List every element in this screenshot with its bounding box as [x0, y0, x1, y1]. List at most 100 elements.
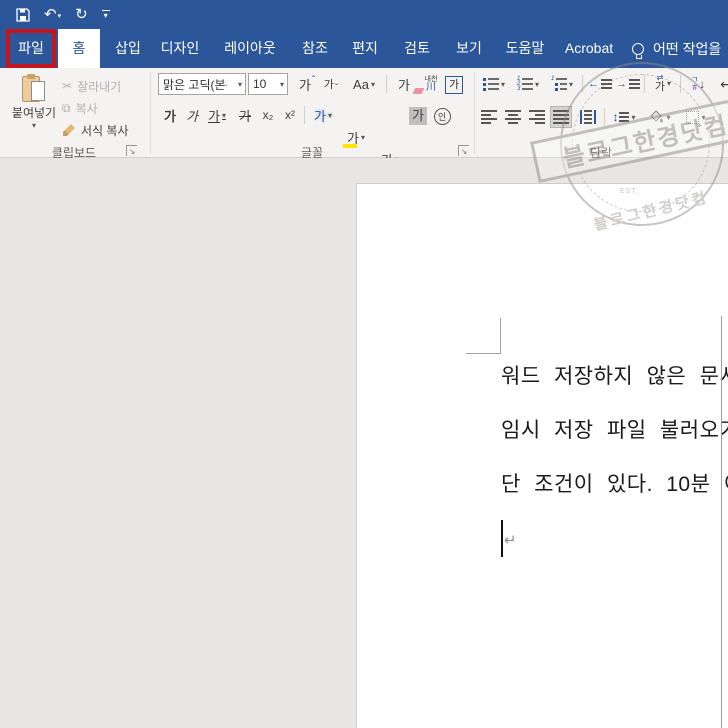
tab-view[interactable]: 보기	[444, 29, 494, 68]
font-dialog-launcher[interactable]: ↘	[458, 145, 469, 156]
increase-font-size-button[interactable]: 가	[296, 73, 318, 95]
margin-crop-mark	[466, 353, 501, 354]
font-size-combobox[interactable]: 10 ▾	[248, 73, 288, 95]
align-right-button[interactable]	[526, 106, 548, 128]
align-left-button[interactable]	[478, 106, 500, 128]
decrease-indent-icon: ←	[588, 77, 599, 90]
document-text-line: 단 조건이 있다. 10분 이	[501, 473, 728, 496]
text-effects-dropdown-icon: ▾	[327, 110, 332, 120]
text-cursor	[501, 520, 503, 557]
font-name-dropdown-icon[interactable]: ▾	[235, 80, 245, 89]
align-center-button[interactable]	[502, 106, 524, 128]
tab-home-active[interactable]: 홈	[58, 29, 100, 68]
borders-button[interactable]: ▾	[682, 106, 710, 128]
tab-design[interactable]: 디자인	[150, 29, 210, 68]
paragraph-mark-icon: ↵	[720, 75, 728, 92]
cut-button: ✂ 잘라내기	[62, 76, 121, 96]
change-case-button[interactable]: Aa ▾	[348, 73, 380, 95]
undo-button[interactable]: ↶ ▾	[44, 7, 61, 22]
tab-help[interactable]: 도움말	[494, 29, 556, 68]
asian-layout-icon: ⇄ 가	[654, 72, 666, 93]
customize-qat-button[interactable]: ▾	[101, 9, 110, 20]
borders-icon	[686, 110, 700, 124]
decrease-font-size-button[interactable]: 가	[320, 73, 342, 95]
ribbon-tab-bar: 파일 홈 삽입 디자인 레이아웃 참조 편지 검토 보기 도움말 Acrobat…	[0, 29, 728, 68]
quick-access-toolbar: ↶ ▾ ↻ ▾	[16, 0, 110, 29]
tab-file-highlighted-red[interactable]: 파일	[6, 29, 56, 68]
numbering-dropdown-icon: ▾	[534, 79, 539, 89]
asian-layout-dropdown-icon: ▾	[667, 78, 672, 88]
shading-button[interactable]: ▾	[646, 106, 674, 128]
character-border-button[interactable]: 가	[444, 74, 464, 96]
format-painter-button[interactable]: 서식 복사	[62, 120, 129, 140]
sort-button[interactable]: ㄱ ㅎ ↓	[686, 73, 710, 95]
copy-icon: ⧉	[62, 100, 71, 115]
font-size-dropdown-icon[interactable]: ▾	[277, 80, 287, 89]
multilevel-list-icon: 1	[551, 76, 567, 91]
strikethrough-icon: 가	[239, 108, 251, 124]
align-right-icon	[529, 110, 545, 124]
bullets-dropdown-icon: ▾	[500, 79, 505, 89]
decrease-indent-lines	[601, 79, 612, 89]
small-separator	[644, 75, 645, 93]
multilevel-dropdown-icon: ▾	[568, 79, 573, 89]
tell-me-label: 어떤 작업을	[653, 40, 722, 57]
phonetic-guide-button[interactable]: 내천 川	[420, 73, 442, 95]
copy-label: 복사	[75, 101, 98, 116]
subscript-button[interactable]: x₂	[258, 104, 278, 126]
justify-button-active[interactable]	[550, 106, 572, 128]
redo-icon[interactable]: ↻	[75, 7, 88, 22]
paragraph-return-mark: ↵	[504, 532, 517, 549]
numbering-icon: 1 2 3	[517, 76, 533, 92]
tab-references[interactable]: 참조	[290, 29, 340, 68]
bold-button[interactable]: 가	[160, 104, 180, 126]
underline-button[interactable]: 가 ▾	[204, 104, 230, 126]
tab-acrobat[interactable]: Acrobat	[558, 29, 620, 68]
underline-dropdown-icon: ▾	[221, 110, 226, 120]
text-effects-button[interactable]: 가 ▾	[310, 104, 336, 126]
numbering-button[interactable]: 1 2 3 ▾	[514, 73, 542, 95]
tab-insert[interactable]: 삽입	[100, 29, 156, 68]
character-shading-button[interactable]: 가	[408, 105, 428, 127]
clear-formatting-button[interactable]: 가	[392, 73, 425, 95]
change-case-dropdown-icon: ▾	[370, 79, 375, 89]
tab-review[interactable]: 검토	[392, 29, 442, 68]
tab-mailings[interactable]: 편지	[340, 29, 390, 68]
change-case-icon: Aa	[353, 76, 369, 92]
small-separator	[680, 75, 681, 93]
paste-dropdown-icon[interactable]: ▾	[32, 121, 36, 130]
decrease-indent-button[interactable]: ←	[588, 73, 612, 95]
line-spacing-button[interactable]: ↕ ▾	[610, 106, 638, 128]
document-area: 워드 저장하지 않은 문서 임시 저장 파일 불러오기 단 조건이 있다. 10…	[0, 158, 728, 728]
small-separator	[582, 75, 583, 93]
tab-layout[interactable]: 레이아웃	[212, 29, 288, 68]
line-spacing-dropdown-icon: ▾	[631, 112, 636, 122]
character-border-icon: 가	[445, 76, 463, 94]
strikethrough-button[interactable]: 가	[234, 104, 256, 126]
distribute-button[interactable]	[576, 106, 600, 128]
enclose-characters-button[interactable]: 인	[432, 105, 452, 127]
bold-icon: 가	[164, 108, 176, 124]
bullets-icon	[482, 77, 499, 91]
line-spacing-icon: ↕	[612, 110, 630, 124]
superscript-button[interactable]: x²	[280, 104, 300, 126]
tell-me-search[interactable]: 어떤 작업을	[632, 29, 721, 68]
save-icon[interactable]	[16, 7, 30, 22]
text-effects-icon: 가	[314, 108, 326, 124]
lightbulb-icon	[632, 42, 644, 59]
title-bar: ↶ ▾ ↻ ▾	[0, 0, 728, 29]
multilevel-list-button[interactable]: 1 ▾	[548, 73, 576, 95]
undo-dropdown-icon[interactable]: ▾	[58, 12, 62, 22]
superscript-icon: x²	[285, 108, 295, 122]
document-page[interactable]: 워드 저장하지 않은 문서 임시 저장 파일 불러오기 단 조건이 있다. 10…	[356, 183, 728, 728]
font-name-combobox[interactable]: 맑은 고딕(본문 ▾	[158, 73, 246, 95]
asian-layout-button[interactable]: ⇄ 가 ▾	[650, 72, 676, 94]
show-paragraph-marks-button[interactable]: ↵	[714, 73, 728, 95]
font-size-value: 10	[253, 77, 267, 91]
paste-button[interactable]: 붙여넣기 ▾	[8, 72, 60, 140]
bullets-button[interactable]: ▾	[480, 73, 508, 95]
italic-button[interactable]: 가	[182, 104, 202, 126]
clipboard-dialog-launcher[interactable]: ↘	[126, 145, 137, 156]
increase-indent-button[interactable]: →	[616, 73, 640, 95]
undo-icon: ↶	[44, 6, 57, 23]
